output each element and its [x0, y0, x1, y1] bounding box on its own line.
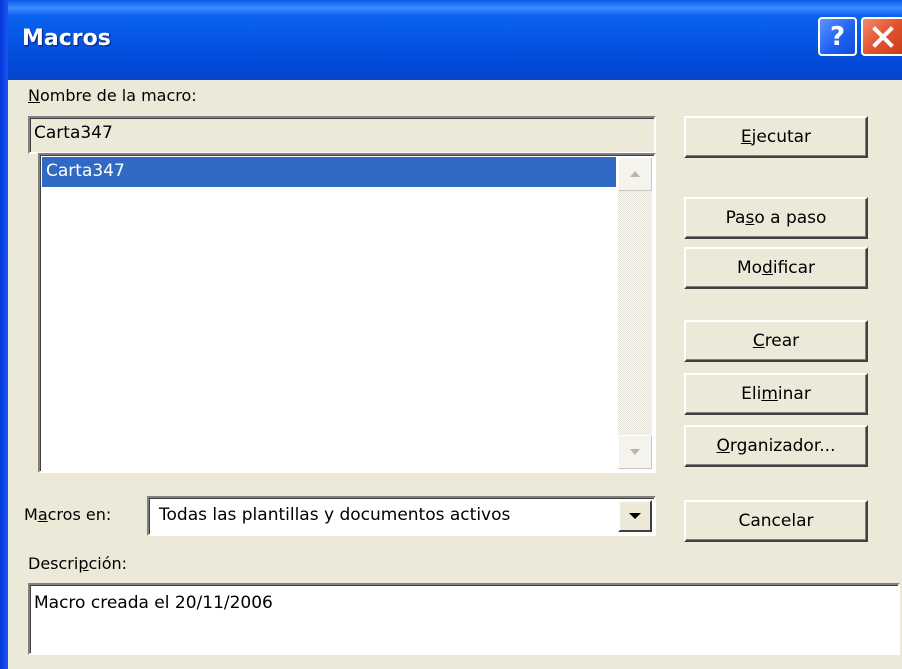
list-item[interactable]: Carta347 [42, 157, 616, 187]
macro-name-label: Nombre de la macro: [28, 86, 197, 105]
macros-in-label: Macros en: [24, 505, 112, 524]
macro-name-input[interactable]: Carta347 [28, 116, 656, 154]
organizer-button[interactable]: Organizador... [684, 425, 868, 467]
title-bar [0, 0, 902, 80]
list-scrollbar[interactable] [618, 157, 652, 469]
scroll-down-button[interactable] [618, 435, 652, 469]
question-icon: ? [829, 21, 846, 52]
triangle-down-icon [630, 449, 640, 455]
macros-in-value: Todas las plantillas y documentos activo… [159, 505, 511, 525]
scroll-up-button[interactable] [618, 157, 652, 191]
dropdown-button[interactable] [618, 500, 652, 532]
help-button[interactable]: ? [818, 17, 857, 56]
window-frame-left [0, 0, 8, 669]
description-label: Descripción: [28, 554, 128, 573]
triangle-up-icon [630, 171, 640, 177]
macro-list[interactable]: Carta347 [38, 153, 656, 473]
close-button[interactable] [861, 17, 902, 56]
cancel-button[interactable]: Cancelar [684, 500, 868, 542]
triangle-down-icon [629, 513, 641, 519]
delete-button[interactable]: Eli m inar [684, 373, 868, 415]
window-title: Macros [22, 26, 111, 51]
macros-in-select[interactable]: Todas las plantillas y documentos activo… [147, 496, 656, 536]
step-into-button[interactable]: Pa s o a paso [684, 197, 868, 239]
description-field: Macro creada el 20/11/2006 [28, 583, 900, 655]
create-button[interactable]: Crear [684, 320, 868, 362]
run-button[interactable]: Ejecutar [684, 116, 868, 158]
edit-button[interactable]: Mo d ificar [684, 247, 868, 289]
close-icon [871, 25, 894, 48]
